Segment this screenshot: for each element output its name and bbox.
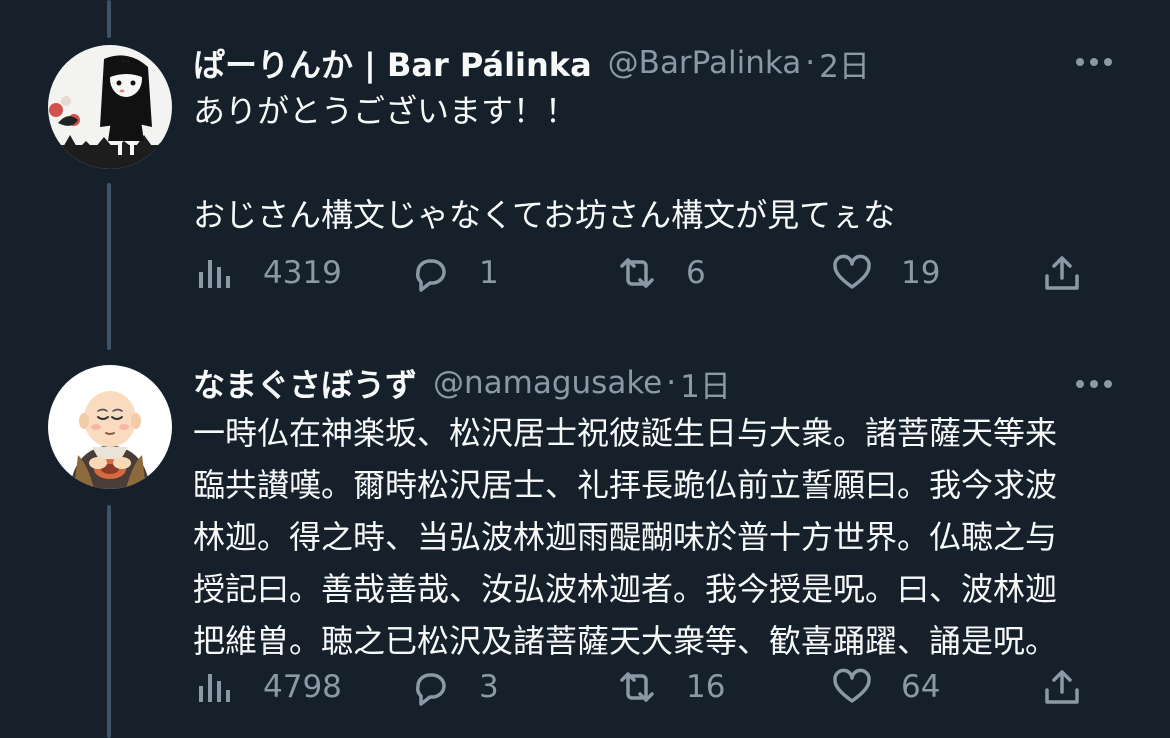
more-options-button[interactable] bbox=[1072, 40, 1116, 84]
tweet-text: 一時仏在神楽坂、松沢居士祝彼誕生日与大衆。諸菩薩天等来 臨共讃嘆。爾時松沢居士、… bbox=[193, 407, 1123, 667]
views-count: 4319 bbox=[263, 255, 342, 291]
handle[interactable]: @BarPalinka bbox=[608, 45, 802, 81]
girl-illustration-avatar bbox=[48, 45, 172, 169]
display-name[interactable]: なまぐさぼうず bbox=[193, 360, 417, 406]
retweet-arrows-icon bbox=[620, 258, 654, 288]
tweet-text-line: 把維曽。聴之已松沢及諸菩薩天大衆等、歓喜踊躍、誦是呪。 bbox=[193, 622, 1058, 660]
like-button[interactable]: 19 bbox=[831, 248, 940, 298]
share-button[interactable] bbox=[1041, 248, 1083, 298]
reply-button[interactable]: 1 bbox=[409, 248, 499, 298]
tweet-text-line: おじさん構文じゃなくてお坊さん構文が見てぇな bbox=[193, 196, 896, 234]
more-options-button[interactable] bbox=[1072, 362, 1116, 406]
upload-icon bbox=[1045, 256, 1079, 290]
upload-icon bbox=[1045, 670, 1079, 704]
tweet-text-line: 授記曰。善哉善哉、汝弘波林迦者。我今授是呪。曰、波林迦 bbox=[193, 570, 1058, 608]
retweet-button[interactable]: 16 bbox=[616, 662, 725, 712]
timestamp[interactable]: 1日 bbox=[680, 361, 731, 406]
ellipsis-icon bbox=[1076, 380, 1112, 388]
separator: · bbox=[666, 365, 677, 401]
tweet-header: ぱーりんか | Bar Pálinka @BarPalinka · 2日 bbox=[193, 38, 870, 88]
tweet-text-line: 一時仏在神楽坂、松沢居士祝彼誕生日与大衆。諸菩薩天等来 bbox=[193, 414, 1058, 452]
like-count: 64 bbox=[901, 669, 941, 705]
bar-chart-icon bbox=[199, 674, 230, 702]
tweet[interactable]: なまぐさぼうず @namagusake · 1日 一時仏在神楽坂、松沢居士祝彼誕… bbox=[0, 350, 1170, 738]
bar-chart-icon bbox=[199, 260, 230, 288]
views-button[interactable]: 4798 bbox=[193, 662, 342, 712]
views-count: 4798 bbox=[263, 669, 342, 705]
avatar[interactable] bbox=[48, 45, 172, 169]
tweet-header: なまぐさぼうず @namagusake · 1日 bbox=[193, 358, 731, 408]
separator: · bbox=[805, 45, 816, 81]
speech-bubble-icon bbox=[415, 673, 446, 706]
avatar[interactable] bbox=[48, 365, 172, 489]
retweet-count: 16 bbox=[686, 669, 726, 705]
timestamp[interactable]: 2日 bbox=[819, 41, 870, 86]
action-bar: 4319 1 6 19 bbox=[193, 248, 1093, 298]
tweet-text: ありがとうございます！！ おじさん構文じゃなくてお坊さん構文が見てぇな bbox=[193, 85, 1123, 241]
views-button[interactable]: 4319 bbox=[193, 248, 342, 298]
reply-count: 1 bbox=[479, 255, 499, 291]
retweet-count: 6 bbox=[686, 255, 706, 291]
action-bar: 4798 3 16 64 bbox=[193, 662, 1093, 712]
monk-illustration-avatar bbox=[48, 365, 172, 489]
speech-bubble-icon bbox=[415, 259, 446, 292]
timeline: ぱーりんか | Bar Pálinka @BarPalinka · 2日 ありが… bbox=[0, 0, 1170, 738]
share-button[interactable] bbox=[1041, 662, 1083, 712]
tweet-text-line: ありがとうございます！！ bbox=[193, 92, 578, 130]
tweet-text-line: 林迦。得之時、当弘波林迦雨醍醐味於普十方世界。仏聴之与 bbox=[193, 518, 1058, 556]
tweet[interactable]: ぱーりんか | Bar Pálinka @BarPalinka · 2日 ありが… bbox=[0, 0, 1170, 340]
display-name[interactable]: ぱーりんか | Bar Pálinka bbox=[193, 40, 592, 86]
like-button[interactable]: 64 bbox=[831, 662, 940, 712]
retweet-button[interactable]: 6 bbox=[616, 248, 706, 298]
reply-count: 3 bbox=[479, 669, 499, 705]
handle[interactable]: @namagusake bbox=[433, 365, 662, 401]
ellipsis-icon bbox=[1076, 58, 1112, 66]
retweet-arrows-icon bbox=[620, 672, 654, 702]
like-count: 19 bbox=[901, 255, 941, 291]
reply-button[interactable]: 3 bbox=[409, 662, 499, 712]
tweet-text-line: 臨共讃嘆。爾時松沢居士、礼拝長跪仏前立誓願曰。我今求波 bbox=[193, 466, 1058, 504]
heart-icon bbox=[833, 668, 871, 703]
heart-icon bbox=[833, 254, 871, 289]
